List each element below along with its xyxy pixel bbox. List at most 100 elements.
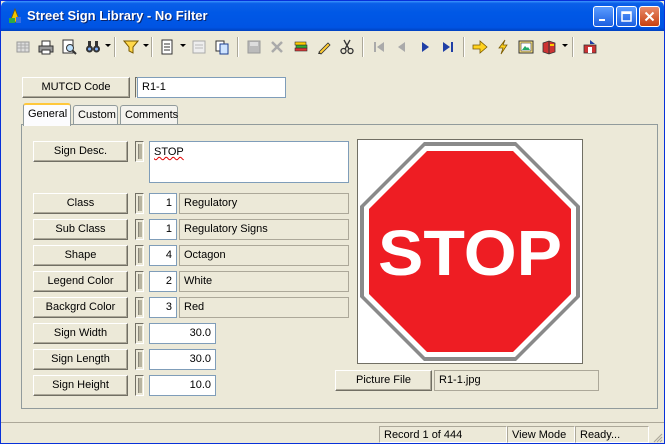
print-preview-icon xyxy=(62,39,77,55)
legend-color-selector[interactable] xyxy=(135,271,144,292)
maximize-button[interactable] xyxy=(616,6,637,27)
class-selector[interactable] xyxy=(135,193,144,214)
legend-color-button[interactable]: Legend Color xyxy=(33,271,128,292)
filter-button[interactable] xyxy=(120,36,142,58)
legend-color-description: White xyxy=(179,271,349,292)
previous-record-button[interactable] xyxy=(391,36,413,58)
legend-color-code-field[interactable]: 2 xyxy=(149,271,177,292)
status-bar: Record 1 of 444 View Mode Ready... xyxy=(1,422,664,444)
toolbar-separator xyxy=(463,37,465,57)
status-mode: View Mode xyxy=(507,426,575,443)
report-button[interactable] xyxy=(156,36,178,58)
report-dropdown-arrow-icon[interactable] xyxy=(180,44,186,47)
sub-class-button[interactable]: Sub Class xyxy=(33,219,128,240)
binoculars-icon xyxy=(86,41,100,53)
go-to-button[interactable] xyxy=(469,36,491,58)
first-record-icon xyxy=(374,42,384,52)
class-button[interactable]: Class xyxy=(33,193,128,214)
picture-icon xyxy=(518,40,534,54)
app-icon xyxy=(9,8,21,23)
stop-sign-text: STOP xyxy=(378,217,562,289)
toolbar-separator xyxy=(362,37,364,57)
title-bar[interactable]: Street Sign Library - No Filter xyxy=(1,1,664,31)
sub-class-description: Regulatory Signs xyxy=(179,219,349,240)
new-record-button[interactable] xyxy=(12,36,34,58)
reference-dropdown-arrow-icon[interactable] xyxy=(562,44,568,47)
backgrd-color-code-field[interactable]: 3 xyxy=(149,297,177,318)
sign-width-field[interactable]: 30.0 xyxy=(149,323,216,344)
copy-icon xyxy=(215,40,229,55)
toolbar xyxy=(4,32,661,62)
exit-door-icon xyxy=(583,40,597,54)
window-title: Street Sign Library - No Filter xyxy=(27,8,208,23)
minimize-icon xyxy=(599,19,605,21)
minimize-button[interactable] xyxy=(593,6,614,27)
scissors-icon xyxy=(340,39,354,55)
library-button[interactable] xyxy=(290,36,312,58)
toolbar-separator xyxy=(151,37,153,57)
sign-height-field[interactable]: 10.0 xyxy=(149,375,216,396)
close-icon xyxy=(644,11,655,22)
tab-general[interactable]: General xyxy=(23,103,71,126)
sign-height-selector[interactable] xyxy=(135,375,144,396)
run-button[interactable] xyxy=(492,36,514,58)
backgrd-color-description: Red xyxy=(179,297,349,318)
grid-icon xyxy=(16,41,30,53)
sign-width-button[interactable]: Sign Width xyxy=(33,323,128,344)
shape-button[interactable]: Shape xyxy=(33,245,128,266)
shape-code-field[interactable]: 4 xyxy=(149,245,177,266)
close-button[interactable] xyxy=(639,6,660,27)
mutcd-code-field[interactable]: R1-1 xyxy=(137,77,286,98)
properties-button[interactable] xyxy=(188,36,210,58)
last-record-icon xyxy=(443,42,453,52)
document-icon xyxy=(161,39,173,55)
sign-length-button[interactable]: Sign Length xyxy=(33,349,128,370)
previous-record-icon xyxy=(398,42,405,52)
book-icon xyxy=(542,40,556,55)
delete-button[interactable] xyxy=(266,36,288,58)
tab-comments[interactable]: Comments xyxy=(120,105,178,125)
sign-desc-textarea[interactable]: STOP xyxy=(149,141,349,183)
save-button[interactable] xyxy=(243,36,265,58)
backgrd-color-button[interactable]: Backgrd Color xyxy=(33,297,128,318)
status-record-count: Record 1 of 444 xyxy=(379,426,507,443)
maximize-icon xyxy=(621,11,632,22)
sign-length-field[interactable]: 30.0 xyxy=(149,349,216,370)
tab-custom[interactable]: Custom xyxy=(73,105,118,125)
resize-grip-icon[interactable] xyxy=(651,431,663,443)
sub-class-code-field[interactable]: 1 xyxy=(149,219,177,240)
backgrd-color-selector[interactable] xyxy=(135,297,144,318)
sign-picture: STOP xyxy=(357,139,583,364)
sub-class-selector[interactable] xyxy=(135,219,144,240)
print-button[interactable] xyxy=(35,36,57,58)
lightning-icon xyxy=(498,39,508,55)
shape-selector[interactable] xyxy=(135,245,144,266)
image-button[interactable] xyxy=(515,36,537,58)
sign-desc-button[interactable]: Sign Desc. xyxy=(33,141,128,162)
copy-record-button[interactable] xyxy=(211,36,233,58)
picture-file-field: R1-1.jpg xyxy=(434,370,599,391)
sign-desc-selector[interactable] xyxy=(135,141,144,162)
last-record-button[interactable] xyxy=(437,36,459,58)
mutcd-code-button[interactable]: MUTCD Code xyxy=(22,77,130,98)
picture-file-button[interactable]: Picture File xyxy=(335,370,432,391)
status-message: Ready... xyxy=(575,426,649,443)
sign-length-selector[interactable] xyxy=(135,349,144,370)
pencil-icon xyxy=(318,42,331,55)
find-button[interactable] xyxy=(82,36,104,58)
next-record-button[interactable] xyxy=(414,36,436,58)
print-preview-button[interactable] xyxy=(58,36,80,58)
sign-width-selector[interactable] xyxy=(135,323,144,344)
edit-button[interactable] xyxy=(313,36,335,58)
first-record-button[interactable] xyxy=(368,36,390,58)
class-code-field[interactable]: 1 xyxy=(149,193,177,214)
arrow-right-icon xyxy=(472,40,488,54)
find-dropdown-arrow-icon[interactable] xyxy=(105,44,111,47)
sign-height-button[interactable]: Sign Height xyxy=(33,375,128,396)
reference-button[interactable] xyxy=(538,36,560,58)
class-description: Regulatory xyxy=(179,193,349,214)
exit-button[interactable] xyxy=(579,36,601,58)
printer-icon xyxy=(38,40,54,55)
filter-dropdown-arrow-icon[interactable] xyxy=(143,44,149,47)
cut-button[interactable] xyxy=(336,36,358,58)
